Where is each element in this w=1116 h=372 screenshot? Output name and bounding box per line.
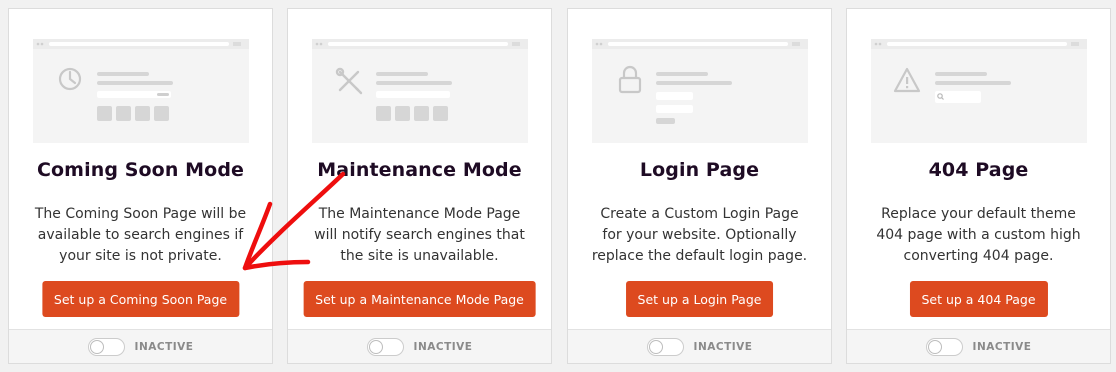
card-description: Create a Custom Login Page for your webs… — [591, 206, 808, 264]
status-label: INACTIVE — [972, 340, 1032, 353]
card-footer: INACTIVE — [847, 329, 1110, 363]
card-description: The Maintenance Mode Page will notify se… — [314, 206, 525, 264]
coming-soon-card: Coming Soon Mode The Coming Soon Page wi… — [8, 8, 273, 364]
card-title: 404 Page — [928, 159, 1029, 181]
card-title: Maintenance Mode — [317, 159, 522, 181]
card-footer: INACTIVE — [568, 329, 831, 363]
toggle-knob — [368, 339, 383, 354]
status-label: INACTIVE — [693, 340, 753, 353]
card-title: Coming Soon Mode — [36, 159, 245, 181]
setup-coming-soon-button[interactable]: Set up a Coming Soon Page — [41, 281, 240, 317]
status-toggle[interactable] — [87, 337, 125, 356]
maintenance-card: Maintenance Mode The Maintenance Mode Pa… — [287, 8, 552, 364]
toggle-knob — [89, 339, 104, 354]
404-page-card: 404 Page Replace your default theme 404 … — [846, 8, 1111, 364]
status-label: INACTIVE — [134, 340, 194, 353]
toggle-knob — [927, 339, 942, 354]
card-footer: INACTIVE — [9, 329, 272, 363]
card-footer: INACTIVE — [288, 329, 551, 363]
toggle-knob — [648, 339, 663, 354]
status-toggle[interactable] — [925, 337, 963, 356]
card-description: Replace your default theme 404 page with… — [876, 206, 1081, 264]
setup-login-button[interactable]: Set up a Login Page — [625, 281, 774, 317]
browser-illustration — [870, 39, 1087, 143]
browser-illustration — [591, 39, 808, 143]
mode-cards: Coming Soon Mode The Coming Soon Page wi… — [8, 8, 1111, 364]
status-label: INACTIVE — [413, 340, 473, 353]
login-page-card: Login Page Create a Custom Login Page fo… — [567, 8, 832, 364]
card-description: The Coming Soon Page will be available t… — [34, 206, 247, 264]
browser-illustration — [311, 39, 528, 143]
card-title: Login Page — [639, 159, 760, 181]
setup-404-button[interactable]: Set up a 404 Page — [909, 281, 1048, 317]
status-toggle[interactable] — [366, 337, 404, 356]
browser-illustration — [32, 39, 249, 143]
status-toggle[interactable] — [646, 337, 684, 356]
setup-maintenance-button[interactable]: Set up a Maintenance Mode Page — [303, 281, 536, 317]
